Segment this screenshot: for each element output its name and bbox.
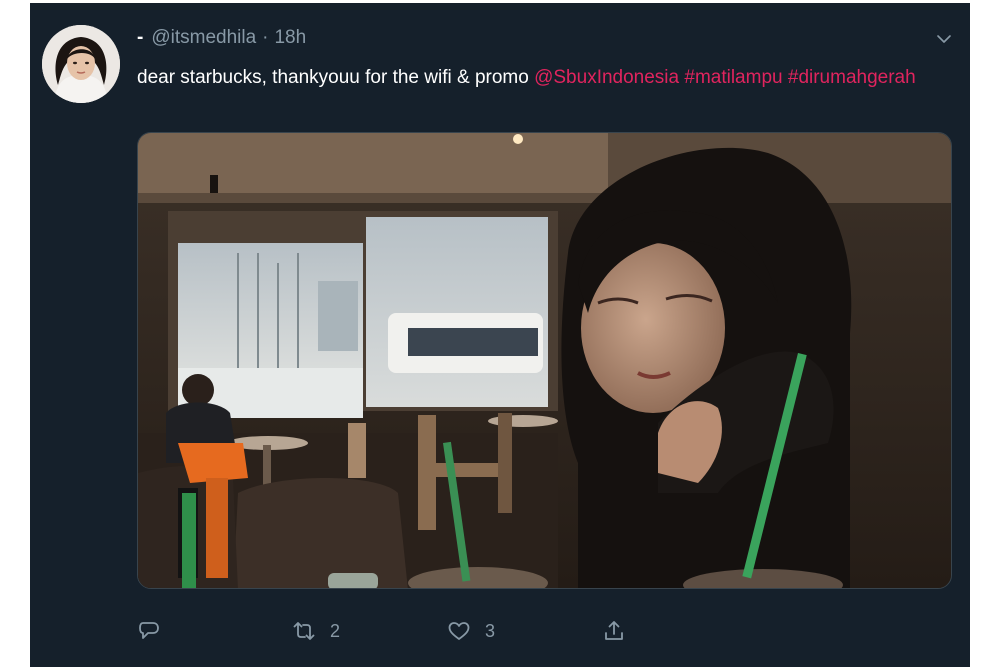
timestamp[interactable]: 18h xyxy=(274,27,306,49)
avatar[interactable] xyxy=(42,25,120,103)
hashtag-link[interactable]: #matilampu xyxy=(684,67,782,88)
share-button[interactable] xyxy=(602,619,757,643)
reply-button[interactable] xyxy=(137,619,292,643)
retweet-button[interactable]: 2 xyxy=(292,619,447,643)
tweet-card[interactable]: - @itsmedhila · 18h dear starbucks, than… xyxy=(30,3,970,667)
tweet-actions: 2 3 xyxy=(137,615,952,647)
display-name[interactable]: - xyxy=(137,27,143,49)
chevron-down-icon[interactable] xyxy=(932,27,956,51)
like-button[interactable]: 3 xyxy=(447,619,602,643)
retweet-icon xyxy=(293,622,315,640)
retweet-count: 2 xyxy=(330,620,341,641)
share-icon xyxy=(605,621,623,640)
mention-link[interactable]: @SbuxIndonesia xyxy=(534,67,679,88)
tweet-text: dear starbucks, thankyouu for the wifi &… xyxy=(137,63,952,92)
tweet-header: - @itsmedhila · 18h xyxy=(137,25,306,51)
tweet-body-text: dear starbucks, thankyouu for the wifi &… xyxy=(137,67,535,88)
heart-icon xyxy=(448,622,470,640)
user-handle[interactable]: @itsmedhila xyxy=(151,27,256,49)
reply-icon xyxy=(139,622,159,639)
hashtag-link[interactable]: #dirumahgerah xyxy=(788,67,916,88)
separator-dot: · xyxy=(262,27,269,48)
like-count: 3 xyxy=(485,620,496,641)
tweet-photo[interactable] xyxy=(137,132,952,589)
